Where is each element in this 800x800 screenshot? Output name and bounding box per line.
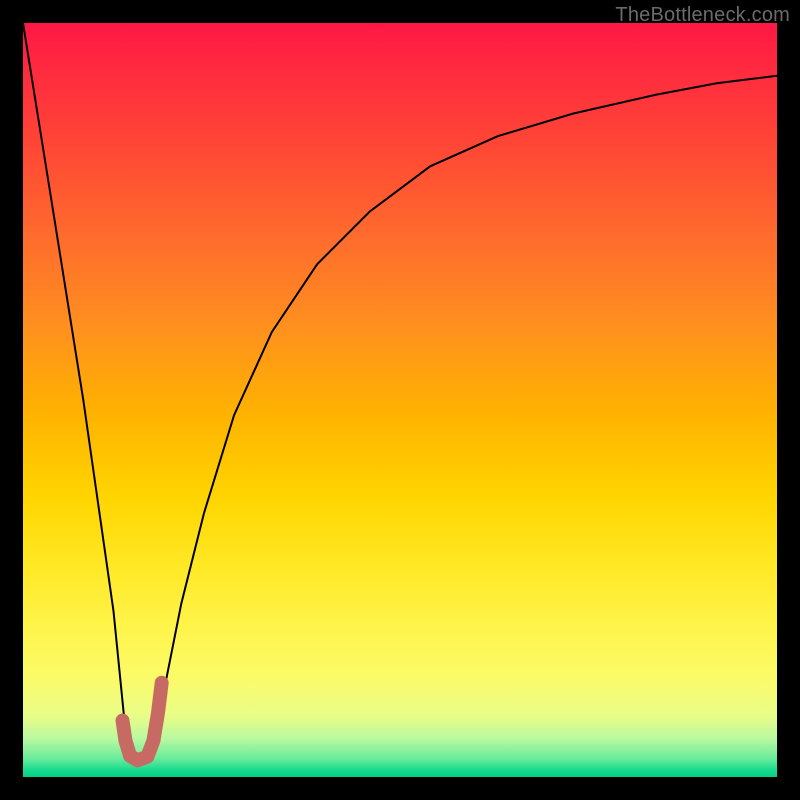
chart-svg [23,23,777,777]
watermark-text: TheBottleneck.com [615,4,790,27]
series-curve [155,76,777,740]
series-J-stroke [123,683,162,761]
series-descent [23,23,130,762]
chart-frame: TheBottleneck.com [0,0,800,800]
